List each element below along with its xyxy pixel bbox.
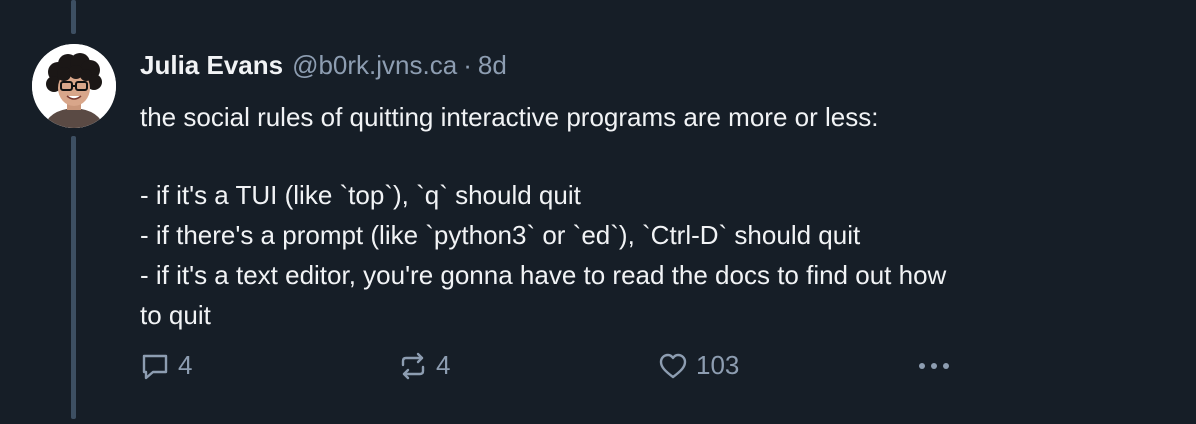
post-actions: 4 4 103 [140,350,970,384]
reply-button[interactable]: 4 [140,350,192,381]
author-display-name[interactable]: Julia Evans [140,50,283,81]
reply-icon [142,354,168,379]
thread-line-top [71,0,76,34]
post-timestamp[interactable]: 8d [478,50,507,81]
post-text: the social rules of quitting interactive… [140,97,1170,335]
post-text-line: - if it's a text editor, you're gonna ha… [140,260,947,290]
heart-icon [659,353,687,378]
avatar-photo [32,44,116,128]
avatar[interactable] [32,44,116,128]
post-text-line: - if it's a TUI (like `top`), `q` should… [140,180,581,210]
post-header: Julia Evans @b0rk.jvns.ca · 8d [140,50,507,84]
more-icon [919,363,949,369]
more-options-button[interactable] [916,350,952,380]
separator-dot: · [463,50,472,80]
post-text-line: to quit [140,300,211,330]
post-text-line: - if there's a prompt (like `python3` or… [140,220,861,250]
repost-icon [401,352,425,379]
post-text-line: the social rules of quitting interactive… [140,102,879,132]
like-button[interactable]: 103 [658,350,739,381]
repost-count: 4 [436,350,451,380]
post-text-line [140,137,1170,175]
like-count: 103 [696,350,740,380]
repost-button[interactable]: 4 [398,350,450,381]
post[interactable]: Julia Evans @b0rk.jvns.ca · 8d the socia… [0,0,1196,424]
thread-line-bottom [71,136,76,419]
reply-count: 4 [178,350,193,380]
author-handle[interactable]: @b0rk.jvns.ca [292,50,457,81]
